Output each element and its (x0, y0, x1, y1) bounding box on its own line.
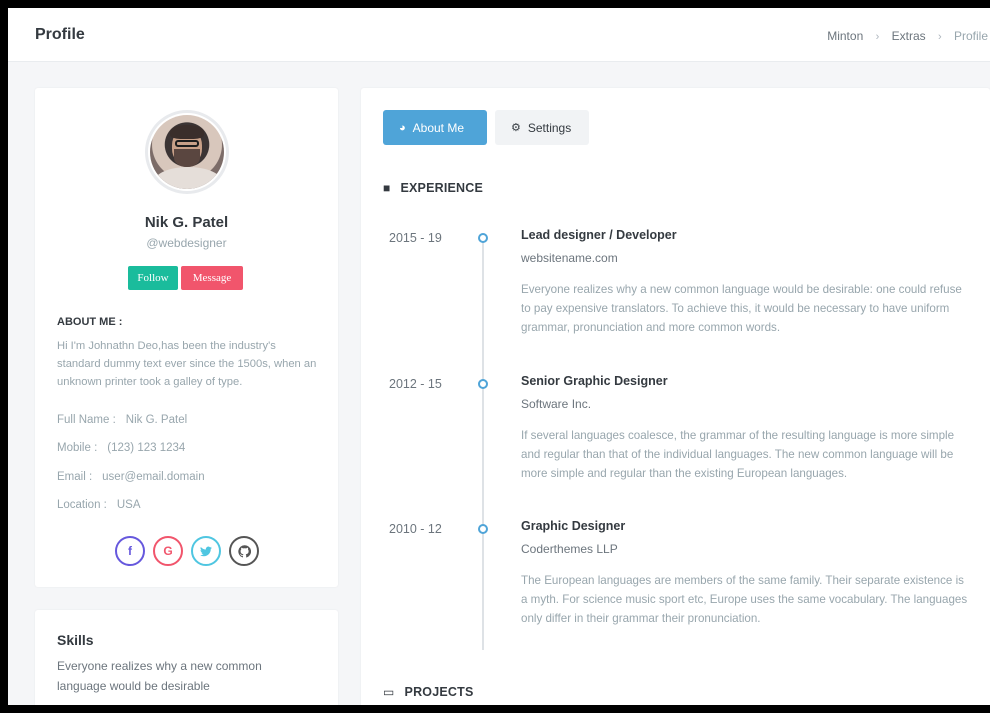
breadcrumb-item-minton[interactable]: Minton (827, 29, 863, 43)
info-mobile: Mobile : (123) 123 1234 (57, 442, 185, 454)
timeline-title: Lead designer / Developer (521, 228, 677, 242)
message-button[interactable]: Message (181, 266, 243, 290)
profile-actions: Follow Message (128, 266, 243, 290)
app-frame: Profile Minton › Extras › Profile Nik G.… (8, 8, 990, 705)
tab-about-me[interactable]: ◕ About Me (383, 110, 487, 145)
timeline-date: 2015 - 19 (389, 231, 442, 245)
timeline-dot (478, 524, 488, 534)
info-email: Email : user@email.domain (57, 471, 205, 483)
profile-name: Nik G. Patel (144, 214, 229, 231)
info-value: Nik G. Patel (125, 414, 188, 426)
info-label: Mobile : (57, 442, 98, 454)
facebook-icon[interactable]: f (115, 536, 145, 566)
info-value: USA (116, 499, 141, 511)
follow-button[interactable]: Follow (128, 266, 178, 290)
twitter-icon[interactable] (191, 536, 221, 566)
github-icon[interactable] (229, 536, 259, 566)
section-title: EXPERIENCE (400, 181, 484, 195)
timeline-company: Coderthemes LLP (521, 542, 618, 556)
about-heading: ABOUT ME : (57, 316, 123, 328)
timeline-date: 2010 - 12 (389, 522, 442, 536)
timeline-company: Software Inc. (521, 397, 592, 411)
breadcrumb-item-current: Profile (953, 29, 988, 43)
timeline-company: websitename.com (521, 251, 618, 265)
tab-label: Settings (527, 120, 572, 135)
experience-heading: ■ EXPERIENCE (383, 181, 483, 195)
skills-card: Skills Everyone realizes why a new commo… (35, 610, 338, 705)
breadcrumb-item-extras[interactable]: Extras (892, 29, 926, 43)
info-full-name: Full Name : Nik G. Patel (57, 414, 187, 426)
projects-heading: ▭ PROJECTS (383, 685, 474, 699)
breadcrumb: Minton › Extras › Profile (827, 29, 988, 43)
briefcase-icon: ■ (383, 181, 391, 195)
page-header: Profile Minton › Extras › Profile (8, 8, 990, 62)
page-title: Profile (35, 26, 85, 43)
skills-text: Everyone realizes why a new common langu… (57, 659, 262, 693)
tab-label: About Me (412, 120, 465, 135)
timeline-description: If several languages coalesce, the gramm… (521, 429, 955, 480)
profile-handle: @webdesigner (146, 236, 227, 250)
timeline-date: 2012 - 15 (389, 377, 442, 391)
about-text: Hi I'm Johnathn Deo,has been the industr… (57, 340, 317, 388)
timeline-title: Graphic Designer (521, 519, 626, 533)
profile-card: Nik G. Patel @webdesigner Follow Message… (35, 88, 338, 587)
main-card: ◕ About Me ⚙ Settings ■ EXPERIENCE 2015 … (361, 88, 990, 705)
section-title: PROJECTS (404, 685, 474, 699)
info-label: Email : (57, 471, 93, 483)
skills-title: Skills (57, 632, 94, 648)
timeline-dot (478, 233, 488, 243)
timeline-description: The European languages are members of th… (521, 574, 968, 625)
user-circle-icon: ◕ (399, 121, 406, 134)
chevron-right-icon: › (875, 31, 880, 43)
info-label: Full Name : (57, 414, 116, 426)
info-value: (123) 123 1234 (107, 442, 186, 454)
info-value: user@email.domain (102, 471, 205, 483)
info-label: Location : (57, 499, 107, 511)
avatar-image (150, 115, 224, 189)
timeline-description: Everyone realizes why a new common langu… (521, 283, 962, 334)
gear-icon: ⚙ (511, 122, 521, 134)
tab-settings[interactable]: ⚙ Settings (495, 110, 589, 145)
timeline-line (482, 235, 484, 650)
timeline-title: Senior Graphic Designer (521, 374, 668, 388)
social-links: f G (115, 536, 259, 566)
google-icon[interactable]: G (153, 536, 183, 566)
monitor-icon: ▭ (383, 685, 395, 699)
info-location: Location : USA (57, 499, 141, 511)
avatar (145, 110, 229, 194)
chevron-right-icon: › (937, 31, 942, 43)
timeline-dot (478, 379, 488, 389)
